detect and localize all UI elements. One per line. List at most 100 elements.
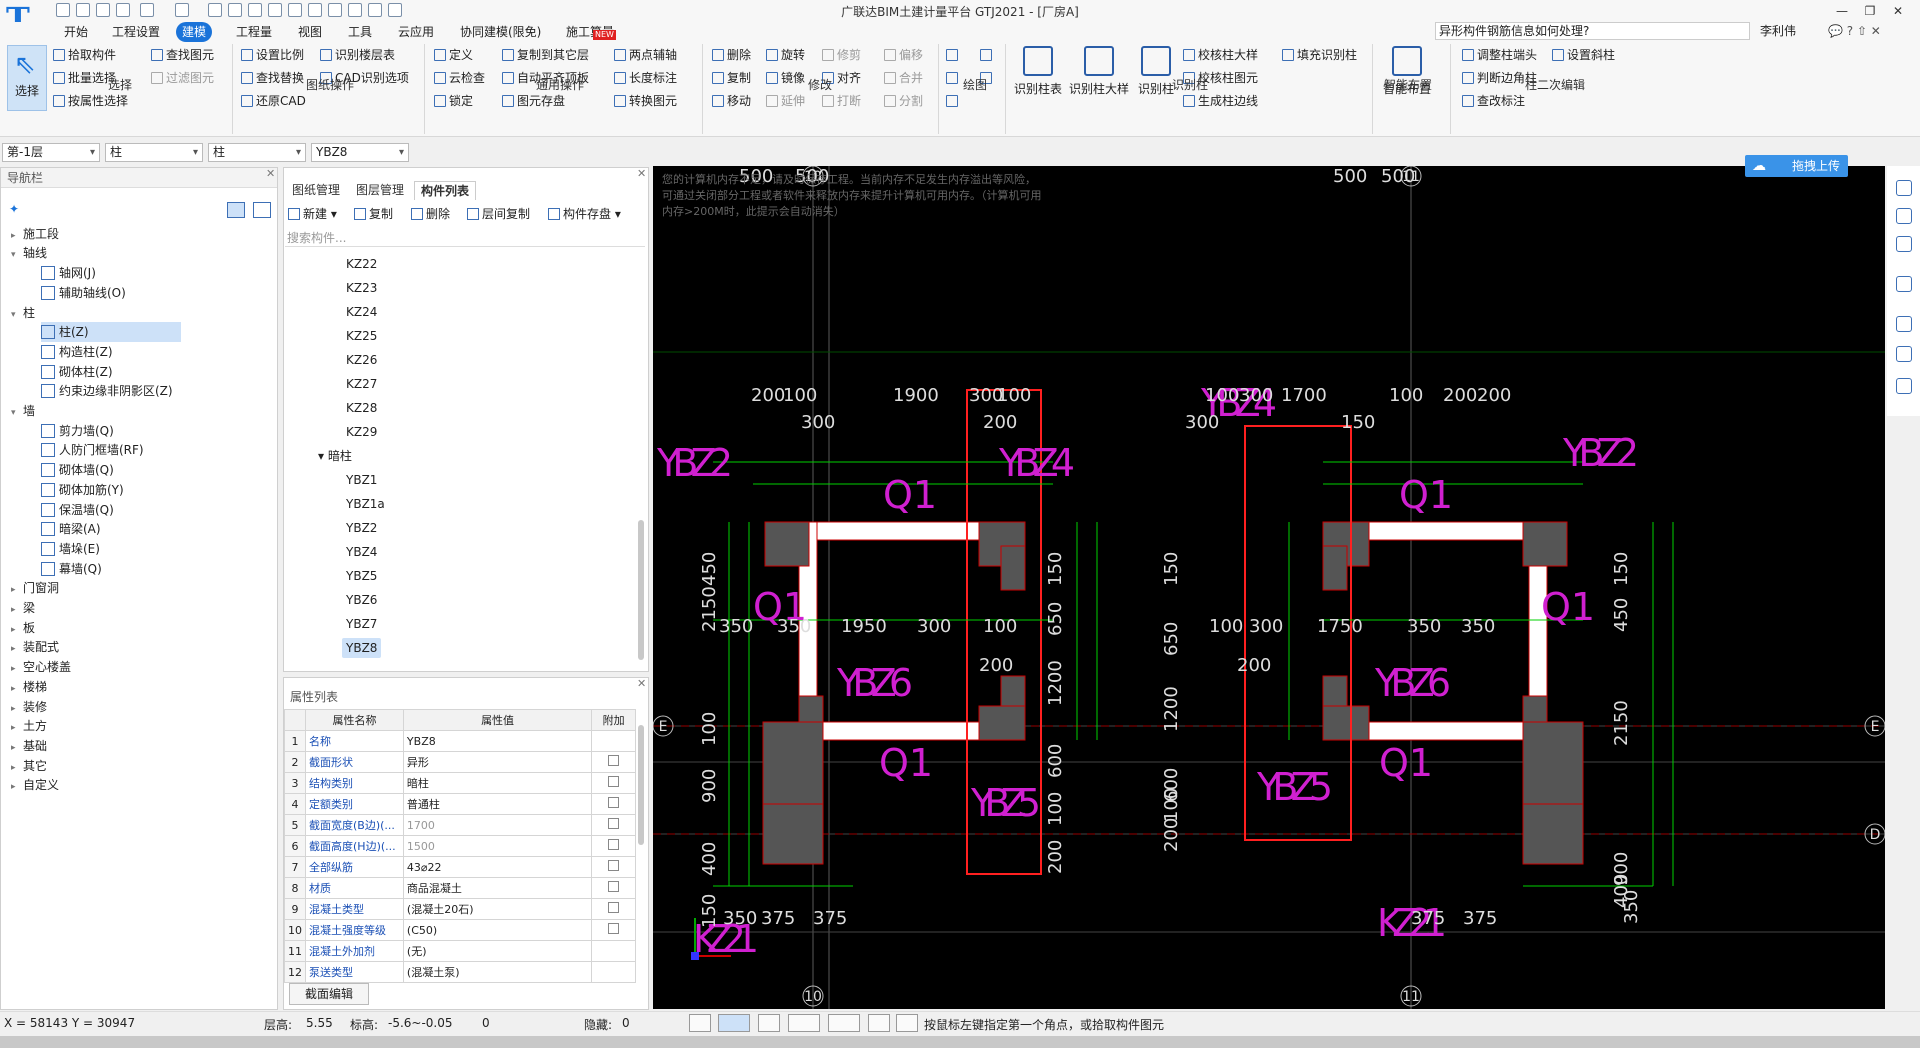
delete-component-button[interactable]: 删除: [411, 204, 450, 224]
nav-item[interactable]: ▸ 装修: [11, 697, 47, 717]
delete-button[interactable]: 删除: [712, 46, 751, 64]
minimize-button[interactable]: —: [1830, 2, 1854, 20]
property-value[interactable]: 1700: [402, 814, 593, 836]
tab-cloud[interactable]: 云应用: [392, 22, 440, 42]
component-item[interactable]: KZ29: [346, 422, 377, 442]
nav-item[interactable]: 幕墙(Q): [41, 559, 102, 579]
help-icons[interactable]: 💬 ? ⇧ ✕: [1828, 24, 1881, 38]
split-button[interactable]: 分割: [884, 92, 923, 110]
restore-button[interactable]: ❐: [1858, 2, 1882, 20]
tab-project-settings[interactable]: 工程设置: [106, 22, 166, 42]
3d-view-icon[interactable]: [1896, 208, 1912, 224]
move-button[interactable]: 移动: [712, 92, 751, 110]
quick-tool-icon[interactable]: [308, 3, 322, 17]
quick-tool-icon[interactable]: [268, 3, 282, 17]
nav-item[interactable]: 砌体墙(Q): [41, 460, 114, 480]
nav-item[interactable]: 柱(Z): [41, 322, 181, 343]
find-element-button[interactable]: 查找图元: [151, 46, 214, 64]
redo-icon[interactable]: [175, 3, 189, 17]
property-row[interactable]: 7 全部纵筋 43⌀22: [284, 856, 636, 878]
extra-checkbox[interactable]: [608, 755, 620, 766]
tab-layer-manage[interactable]: 图层管理: [350, 181, 410, 200]
orbit-icon[interactable]: [1896, 180, 1912, 196]
snap-icon[interactable]: [718, 1014, 750, 1032]
component-item[interactable]: YBZ5: [346, 566, 377, 586]
extra-checkbox[interactable]: [608, 902, 620, 913]
property-value[interactable]: 异形: [402, 751, 593, 773]
component-item[interactable]: YBZ8: [342, 638, 382, 658]
property-row[interactable]: 9 混凝土类型 (混凝土20石): [284, 898, 636, 920]
extra-checkbox[interactable]: [608, 860, 620, 871]
component-item[interactable]: YBZ7: [346, 614, 377, 634]
extra-checkbox[interactable]: [608, 923, 620, 934]
component-item[interactable]: YBZ1: [346, 470, 377, 490]
table-icon[interactable]: [868, 1014, 890, 1032]
display-icon[interactable]: [1896, 346, 1912, 362]
nav-item[interactable]: 砌体柱(Z): [41, 362, 113, 382]
nav-item[interactable]: 轴网(J): [41, 263, 96, 283]
angle-draw-icon[interactable]: [980, 46, 994, 64]
tab-component-list[interactable]: 构件列表: [414, 181, 477, 200]
help-search-input[interactable]: 异形构件钢筋信息如何处理?: [1435, 22, 1750, 40]
merge-button[interactable]: 合并: [884, 69, 923, 87]
nav-item[interactable]: ▸ 空心楼盖: [11, 657, 71, 677]
cube-view-icon[interactable]: [1896, 236, 1912, 252]
component-item[interactable]: KZ27: [346, 374, 377, 394]
nav-item[interactable]: ▸ 土方: [11, 716, 47, 736]
pick-component-button[interactable]: 拾取构件: [53, 46, 116, 64]
new-component-button[interactable]: 新建 ▾: [288, 204, 337, 224]
angle-icon[interactable]: [788, 1014, 820, 1032]
pin-icon[interactable]: ✦: [9, 202, 19, 216]
component-item[interactable]: KZ28: [346, 398, 377, 418]
quick-tool-icon[interactable]: [248, 3, 262, 17]
tab-quantity[interactable]: 工程量: [230, 22, 278, 42]
save-element-button[interactable]: 图元存盘: [502, 92, 565, 110]
convert-element-button[interactable]: 转换图元: [614, 92, 677, 110]
set-scale-button[interactable]: 设置比例: [241, 46, 304, 64]
component-item[interactable]: KZ26: [346, 350, 377, 370]
lock-button[interactable]: 锁定: [434, 92, 473, 110]
length-dim-button[interactable]: 长度标注: [614, 69, 677, 87]
cross-icon[interactable]: [758, 1014, 780, 1032]
extra-checkbox[interactable]: [608, 776, 620, 787]
section-edit-button[interactable]: 截面编辑: [289, 983, 369, 1005]
nav-item[interactable]: 保温墙(Q): [41, 500, 114, 520]
generate-column-edge-button[interactable]: 生成柱边线: [1183, 92, 1258, 110]
set-inclined-column-button[interactable]: 设置斜柱: [1552, 46, 1615, 64]
nav-item[interactable]: ▸ 基础: [11, 736, 47, 756]
nav-item[interactable]: ▸ 门窗洞: [11, 578, 59, 598]
component-save-button[interactable]: 构件存盘 ▾: [548, 204, 621, 224]
recognize-column-table-button[interactable]: 识别柱表: [1010, 46, 1066, 97]
nav-item[interactable]: 暗梁(A): [41, 519, 101, 539]
nav-item[interactable]: 墙垛(E): [41, 539, 100, 559]
nav-item[interactable]: ▸ 施工段: [11, 224, 59, 244]
recognize-column-detail-button[interactable]: 识别柱大样: [1066, 46, 1132, 97]
tree-toggle-icon[interactable]: ▸: [11, 777, 23, 797]
nav-item[interactable]: 砌体加筋(Y): [41, 480, 124, 500]
detail-view-icon[interactable]: [253, 202, 271, 218]
folder-icon[interactable]: [96, 3, 110, 17]
close-button[interactable]: ✕: [1886, 2, 1910, 20]
component-select[interactable]: YBZ8: [311, 143, 409, 162]
filter-element-button[interactable]: 过滤图元: [151, 69, 214, 87]
quick-tool-icon[interactable]: [388, 3, 402, 17]
floor-select[interactable]: 第-1层: [2, 143, 100, 162]
scrollbar[interactable]: [638, 725, 644, 845]
offset-button[interactable]: 偏移: [884, 46, 923, 64]
check-annotation-button[interactable]: 查改标注: [1462, 92, 1525, 110]
tree-toggle-icon[interactable]: ▾: [11, 403, 23, 423]
property-value[interactable]: 普通柱: [402, 793, 593, 815]
nav-item[interactable]: 辅助轴线(O): [41, 283, 126, 303]
arc-draw-icon[interactable]: [946, 92, 960, 110]
category-select[interactable]: 柱: [105, 143, 203, 162]
nav-item[interactable]: ▸ 其它: [11, 756, 47, 776]
ortho-icon[interactable]: [689, 1014, 711, 1032]
tree-toggle-icon[interactable]: ▾: [318, 449, 328, 463]
quick-tool-icon[interactable]: [228, 3, 242, 17]
box-view-icon[interactable]: [1896, 276, 1912, 292]
property-value[interactable]: (C50): [402, 919, 593, 941]
property-row[interactable]: 3 结构类别 暗柱: [284, 772, 636, 794]
type-select[interactable]: 柱: [208, 143, 306, 162]
floor-copy-button[interactable]: 层间复制: [467, 204, 530, 224]
tab-modeling[interactable]: 建模: [176, 22, 213, 42]
